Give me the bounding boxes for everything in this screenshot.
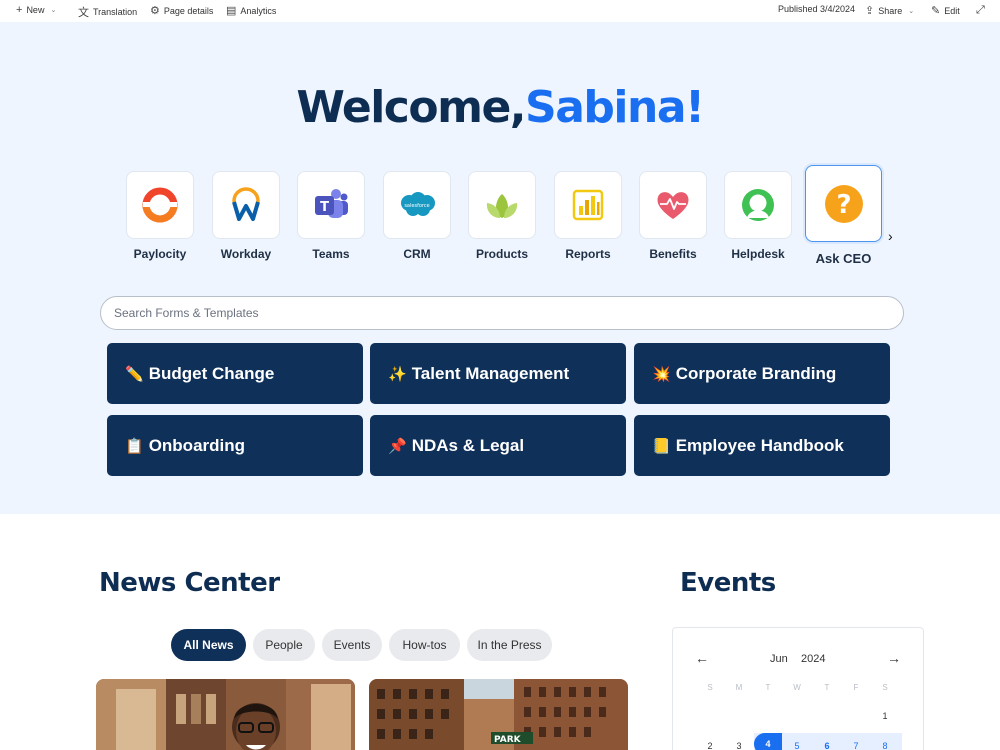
quick-link-ndas-legal[interactable]: 📌 NDAs & Legal [370, 415, 626, 476]
analytics-icon: ▤ [226, 5, 237, 17]
events-calendar: ← Jun 2024 → S M T W T F S 1 2 3 4 5 6 7… [672, 627, 924, 750]
app-label: Reports [565, 247, 611, 261]
calendar-day[interactable]: 1 [871, 705, 899, 727]
calendar-day-selected[interactable]: 4 [754, 733, 782, 750]
filter-events[interactable]: Events [322, 629, 382, 661]
plus-icon: + [16, 4, 23, 16]
new-button[interactable]: + New ⌄ [16, 4, 56, 16]
app-reports[interactable]: Reports [554, 171, 622, 261]
filter-in-the-press[interactable]: In the Press [467, 629, 552, 661]
app-label: Paylocity [133, 247, 187, 261]
salesforce-icon: salesforce [401, 192, 435, 216]
pushpin-icon: 📌 [388, 437, 407, 455]
events-title: Events [680, 568, 776, 598]
command-bar: + New ⌄ 文 Translation ⚙ Page details ▤ A… [0, 0, 1000, 22]
salesforce-logo-text: salesforce [404, 203, 429, 209]
app-benefits[interactable]: Benefits [639, 171, 707, 261]
weekday-label: F [853, 683, 859, 692]
news-card-image-city[interactable]: PARK [369, 679, 628, 750]
gear-icon: ⚙ [150, 5, 160, 17]
calendar-month: Jun [770, 653, 788, 665]
news-photo: PARK [369, 679, 628, 750]
translation-button[interactable]: 文 Translation [78, 4, 137, 20]
app-label: Teams [312, 247, 350, 261]
expand-icon: ⤢ [976, 4, 985, 16]
weekday-label: M [735, 683, 743, 692]
analytics-button[interactable]: ▤ Analytics [226, 4, 276, 17]
calendar-day[interactable]: 3 [725, 735, 753, 750]
app-label: Ask CEO [815, 251, 872, 266]
teams-icon: T [315, 189, 348, 218]
chevron-right-icon[interactable]: › [888, 228, 893, 244]
calendar-day[interactable]: 5 [783, 735, 811, 750]
pencil-icon: ✎ [931, 5, 941, 17]
news-card-image-people[interactable] [96, 679, 355, 750]
heart-icon [657, 192, 689, 219]
svg-text:?: ? [836, 190, 851, 220]
app-ask-ceo[interactable]: ? Ask CEO [805, 165, 882, 266]
powerbi-icon [572, 189, 604, 221]
quick-link-talent-management[interactable]: ✨ Talent Management [370, 343, 626, 404]
weekday-label: W [793, 683, 801, 692]
sparkles-icon: ✨ [388, 365, 407, 383]
share-button[interactable]: ⇪ Share ⌄ [865, 4, 914, 17]
hero-section: Welcome,Sabina! Paylocity Workday T Team… [0, 22, 1000, 514]
chevron-down-icon: ⌄ [908, 7, 915, 15]
published-status: Published 3/4/2024 [778, 4, 856, 14]
app-paylocity[interactable]: Paylocity [126, 171, 194, 261]
search-input[interactable] [100, 296, 904, 330]
workday-icon [232, 187, 260, 221]
calendar-day[interactable]: 7 [842, 735, 870, 750]
app-crm[interactable]: salesforce CRM [383, 171, 451, 261]
quick-link-budget-change[interactable]: ✏️ Budget Change [107, 343, 363, 404]
app-label: Helpdesk [731, 247, 785, 261]
weekday-label: S [707, 683, 713, 692]
expand-button[interactable]: ⤢ [976, 4, 985, 17]
page-details-button[interactable]: ⚙ Page details [150, 4, 213, 17]
leaf-icon [486, 194, 518, 218]
pencil-icon: ✏️ [125, 365, 144, 383]
arrow-left-icon[interactable]: ← [695, 650, 709, 666]
edit-button[interactable]: ✎ Edit [931, 4, 960, 17]
translate-icon: 文 [78, 7, 89, 19]
user-name: Sabina! [525, 82, 705, 133]
news-center-title: News Center [99, 568, 280, 598]
app-label: CRM [403, 247, 431, 261]
paylocity-icon [142, 187, 178, 223]
question-icon: ? [824, 184, 863, 223]
calendar-day[interactable]: 2 [696, 735, 724, 750]
weekday-label: T [824, 683, 830, 692]
quick-link-onboarding[interactable]: 📋 Onboarding [107, 415, 363, 476]
share-icon: ⇪ [865, 5, 875, 17]
app-label: Workday [220, 247, 272, 261]
calendar-day[interactable]: 6 [813, 735, 841, 750]
filter-people[interactable]: People [253, 629, 315, 661]
app-teams[interactable]: T Teams [297, 171, 365, 261]
burst-icon: 💥 [652, 365, 671, 383]
park-sign: PARK [494, 735, 522, 745]
app-helpdesk[interactable]: Helpdesk [724, 171, 792, 261]
clipboard-icon: 📋 [125, 437, 144, 455]
app-label: Benefits [649, 247, 697, 261]
svg-text:T: T [320, 200, 329, 215]
app-products[interactable]: Products [468, 171, 536, 261]
helpdesk-icon [742, 189, 774, 221]
weekday-label: T [765, 683, 771, 692]
filter-all-news[interactable]: All News [171, 629, 246, 661]
weekday-label: S [882, 683, 888, 692]
news-photo [96, 679, 355, 750]
calendar-year: 2024 [801, 653, 826, 665]
arrow-right-icon[interactable]: → [887, 650, 901, 666]
app-workday[interactable]: Workday [212, 171, 280, 261]
welcome-heading: Welcome,Sabina! [296, 82, 705, 133]
quick-link-corporate-branding[interactable]: 💥 Corporate Branding [634, 343, 890, 404]
chevron-down-icon: ⌄ [50, 7, 57, 14]
app-label: Products [475, 247, 528, 261]
filter-how-tos[interactable]: How-tos [389, 629, 460, 661]
quick-link-employee-handbook[interactable]: 📒 Employee Handbook [634, 415, 890, 476]
notebook-icon: 📒 [652, 437, 671, 455]
calendar-day[interactable]: 8 [871, 735, 899, 750]
